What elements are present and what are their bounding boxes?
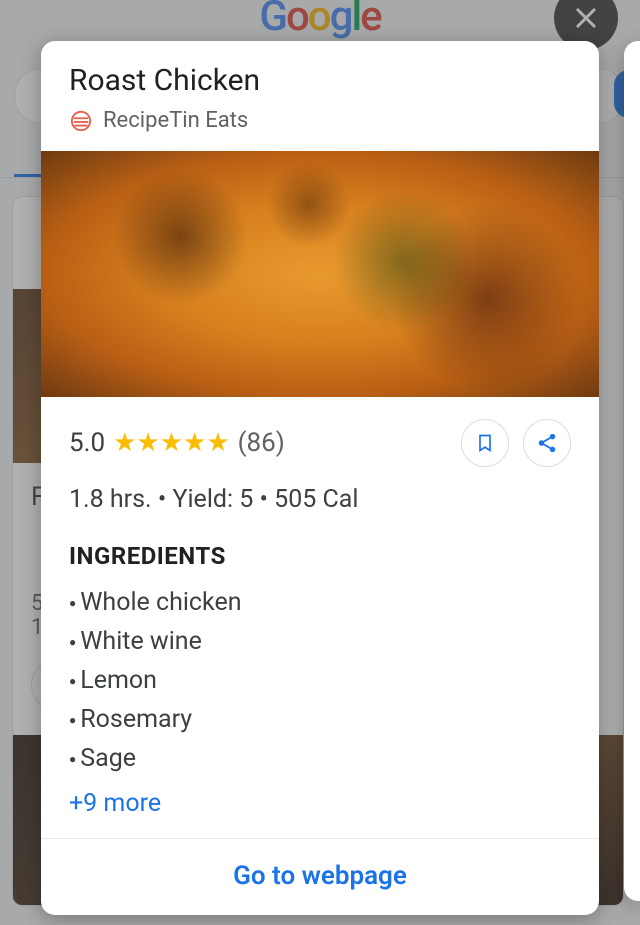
modal-footer: Go to webpage <box>41 838 599 915</box>
more-ingredients-link[interactable]: +9 more <box>69 789 161 818</box>
ingredient-item: Lemon <box>69 666 571 695</box>
action-buttons <box>461 419 571 467</box>
source-name: RecipeTin Eats <box>103 108 248 133</box>
recipe-hero-image <box>41 151 599 397</box>
recipe-title: Roast Chicken <box>69 63 571 98</box>
ingredient-item: Whole chicken <box>69 588 571 617</box>
ingredient-item: Rosemary <box>69 705 571 734</box>
ingredients-list: Whole chicken White wine Lemon Rosemary … <box>69 588 571 773</box>
ingredient-item: White wine <box>69 627 571 656</box>
rating-value: 5.0 <box>69 428 105 458</box>
star-icon: ★★★★★ <box>113 428 230 458</box>
share-button[interactable] <box>523 419 571 467</box>
save-button[interactable] <box>461 419 509 467</box>
recipe-meta: 1.8 hrs. • Yield: 5 • 505 Cal <box>69 485 571 514</box>
next-card-peek[interactable] <box>624 41 640 901</box>
ingredient-item: Sage <box>69 744 571 773</box>
ingredients-heading: INGREDIENTS <box>69 542 571 570</box>
recipe-card-modal: Roast Chicken RecipeTin Eats 5.0 ★★★★★ (… <box>41 41 599 915</box>
rating-row: 5.0 ★★★★★ (86) <box>69 419 571 467</box>
rating: 5.0 ★★★★★ (86) <box>69 428 285 458</box>
source-favicon-icon <box>69 109 93 133</box>
go-to-webpage-link[interactable]: Go to webpage <box>233 861 407 891</box>
recipe-source[interactable]: RecipeTin Eats <box>69 108 571 133</box>
modal-body: 5.0 ★★★★★ (86) 1.8 hrs. • Yield: 5 • 505… <box>41 397 599 838</box>
review-count: (86) <box>238 428 285 458</box>
modal-header: Roast Chicken RecipeTin Eats <box>41 41 599 151</box>
